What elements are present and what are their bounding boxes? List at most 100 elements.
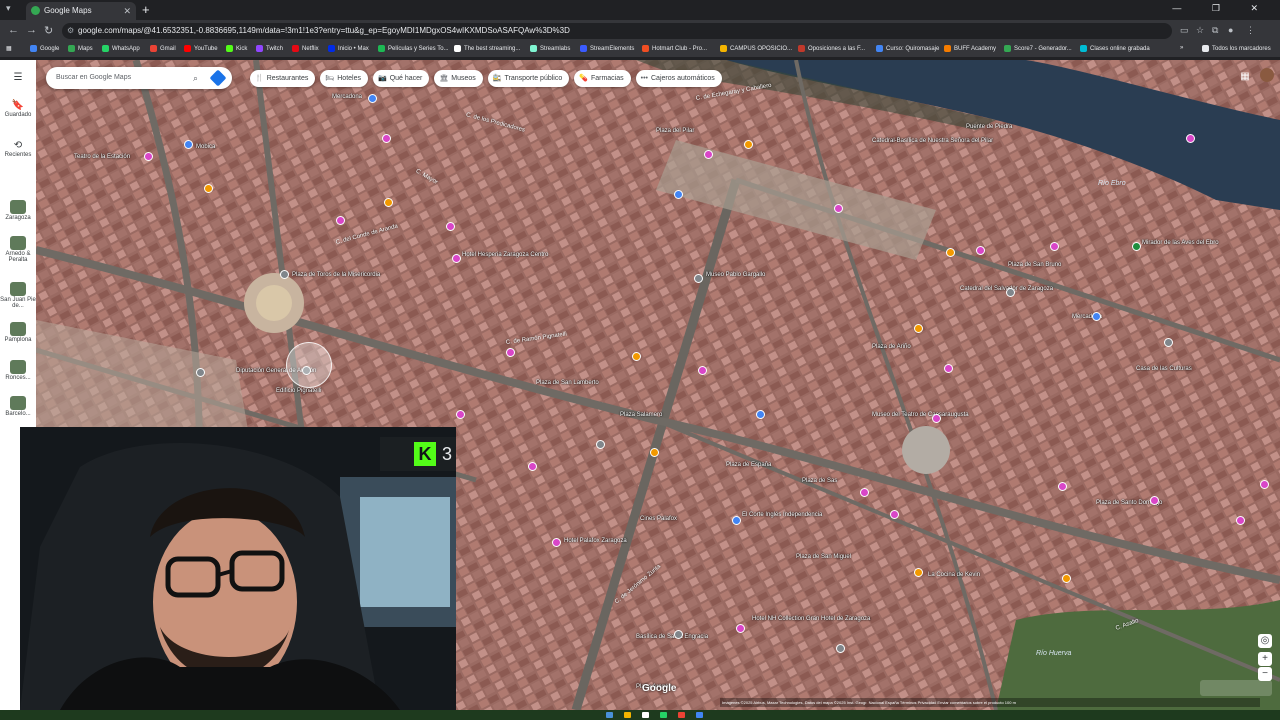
hotel-pin-icon[interactable]	[456, 410, 465, 419]
reload-icon[interactable]: ↻	[44, 24, 53, 37]
landmark-pin-icon[interactable]	[836, 644, 845, 653]
bookmark-youtube[interactable]: YouTube	[184, 45, 218, 52]
landmark-pin-icon[interactable]	[756, 410, 765, 419]
hotel-pin-icon[interactable]	[890, 510, 899, 519]
restaurant-pin-icon[interactable]	[914, 568, 923, 577]
store-pin-icon[interactable]	[732, 516, 741, 525]
bookmark-gmail[interactable]: Gmail	[150, 45, 176, 52]
hotel-pin-icon[interactable]	[144, 152, 153, 161]
place-label[interactable]: Plaza de San Lamberto	[536, 380, 599, 386]
hotel-pin-icon[interactable]	[1150, 496, 1159, 505]
landmark-pin-icon[interactable]	[694, 274, 703, 283]
chip-farmacias[interactable]: 💊 Farmacias	[574, 70, 631, 87]
place-label[interactable]: El Corte Inglés Independencia	[742, 512, 822, 518]
bookmark-streamelements[interactable]: StreamElements	[580, 45, 634, 52]
bookmarks-overflow-icon[interactable]: »	[1180, 45, 1183, 51]
place-label[interactable]: Mobica	[196, 144, 215, 150]
bookmark-buff[interactable]: BUFF Academy	[944, 45, 996, 52]
place-label[interactable]: Puente de Piedra	[966, 124, 1012, 130]
hotel-pin-icon[interactable]	[976, 246, 985, 255]
recent-place-barcelona[interactable]: Barcelo...	[0, 396, 36, 417]
bookmark-maps[interactable]: Maps	[68, 45, 93, 52]
hotel-pin-icon[interactable]	[932, 414, 941, 423]
bookmark-campus[interactable]: CAMPUS OPOSICIO...	[720, 45, 792, 52]
restaurant-pin-icon[interactable]	[384, 198, 393, 207]
place-label[interactable]: Plaza Salamero	[620, 412, 662, 418]
chip-cajeros[interactable]: ••• Cajeros automáticos	[635, 70, 722, 87]
bookmark-peliculas[interactable]: Películas y Series To...	[378, 45, 449, 52]
place-label[interactable]: Museo Pablo Gargallo	[706, 272, 765, 278]
bookmark-twitch[interactable]: Twitch	[256, 45, 283, 52]
zoom-out-button[interactable]: −	[1258, 667, 1272, 681]
app-icon[interactable]	[642, 712, 649, 718]
browser-menu-icon[interactable]: ⋮	[1246, 25, 1255, 36]
place-label[interactable]: Plaza de Sas	[802, 478, 837, 484]
supermarket-pin-icon[interactable]	[368, 94, 377, 103]
hotel-pin-icon[interactable]	[834, 204, 843, 213]
hotel-pin-icon[interactable]	[1058, 482, 1067, 491]
place-label[interactable]: Hotel NH Collection Gran Hotel de Zarago…	[752, 616, 870, 622]
chrome-taskbar-icon[interactable]	[696, 712, 703, 718]
apps-grid-icon[interactable]: ▦	[6, 45, 12, 52]
hotel-pin-icon[interactable]	[1236, 516, 1245, 525]
chip-hoteles[interactable]: 🛏 Hoteles	[320, 70, 368, 87]
place-label[interactable]: Basílica de Santa Engracia	[636, 634, 708, 640]
chip-que-hacer[interactable]: 📷 Qué hacer	[372, 70, 430, 87]
install-icon[interactable]: ▭	[1180, 25, 1189, 36]
close-tab-icon[interactable]: ✕	[123, 2, 131, 20]
restaurant-pin-icon[interactable]	[632, 352, 641, 361]
recents-button[interactable]: ⟲ Recientes	[0, 140, 36, 158]
place-label[interactable]: Hotel Hesperia Zaragoza Centro	[462, 252, 548, 258]
place-label[interactable]: Cines Palafox	[640, 516, 677, 522]
recent-place-zaragoza[interactable]: Zaragoza	[0, 200, 36, 221]
window-controls[interactable]: — ❐ ✕	[1172, 3, 1272, 14]
apps-grid-icon[interactable]: ▦	[1238, 70, 1252, 84]
place-label[interactable]: Hotel Palafox Zaragoza	[564, 538, 627, 544]
whatsapp-taskbar-icon[interactable]	[660, 712, 667, 718]
extensions-icon[interactable]: ⧉	[1212, 25, 1218, 36]
all-bookmarks-folder[interactable]: Todos los marcadores	[1202, 45, 1271, 52]
tab-search-icon[interactable]: ▾	[6, 3, 11, 14]
my-location-icon[interactable]: ◎	[1258, 634, 1272, 648]
supermarket-pin-icon[interactable]	[1092, 312, 1101, 321]
bookmark-netflix[interactable]: Netflix	[292, 45, 319, 52]
menu-button[interactable]: ☰	[0, 72, 36, 84]
new-tab-button[interactable]: +	[142, 2, 150, 18]
recent-place-sanjuan[interactable]: San Juan Pie de...	[0, 282, 36, 309]
landmark-pin-icon[interactable]	[674, 630, 683, 639]
recent-place-ronces[interactable]: Ronces...	[0, 360, 36, 381]
site-info-icon[interactable]: ⚙	[67, 23, 74, 39]
hotel-pin-icon[interactable]	[528, 462, 537, 471]
recent-place-arnedo[interactable]: Arnedo & Peralta	[0, 236, 36, 263]
forward-icon[interactable]: →	[26, 24, 37, 36]
hotel-pin-icon[interactable]	[552, 538, 561, 547]
saved-button[interactable]: 🔖 Guardado	[0, 100, 36, 118]
hotel-pin-icon[interactable]	[860, 488, 869, 497]
hotel-pin-icon[interactable]	[1050, 242, 1059, 251]
tab-google-maps[interactable]: Google Maps ✕	[26, 2, 136, 20]
place-label[interactable]: Plaza del Pilar	[656, 128, 694, 134]
place-label[interactable]: Edificio Pignatelli	[276, 388, 321, 394]
hotel-pin-icon[interactable]	[1186, 134, 1195, 143]
bookmark-quiromasaje[interactable]: Curso: Quiromasaje	[876, 45, 939, 52]
bookmark-google[interactable]: Google	[30, 45, 59, 52]
chip-transporte[interactable]: 🚉 Transporte público	[487, 70, 570, 87]
place-label[interactable]: Plaza de España	[726, 462, 771, 468]
landmark-pin-icon[interactable]	[1164, 338, 1173, 347]
restaurant-pin-icon[interactable]	[650, 448, 659, 457]
market-pin-icon[interactable]	[674, 190, 683, 199]
bookmark-oposiciones[interactable]: Oposiciones a las F...	[798, 45, 865, 52]
file-explorer-icon[interactable]	[624, 712, 631, 718]
place-label[interactable]: Casa de las Culturas	[1136, 366, 1192, 372]
restaurant-pin-icon[interactable]	[1062, 574, 1071, 583]
hotel-pin-icon[interactable]	[736, 624, 745, 633]
chip-restaurantes[interactable]: 🍴 Restaurantes	[250, 70, 316, 87]
place-label[interactable]: Catedral-Basílica de Nuestra Señora del …	[872, 138, 993, 144]
search-input[interactable]: Buscar en Google Maps ⌕	[46, 67, 232, 89]
hotel-pin-icon[interactable]	[506, 348, 515, 357]
place-label[interactable]: Mirador de las Aves del Ebro	[1142, 240, 1219, 246]
restaurant-pin-icon[interactable]	[946, 248, 955, 257]
place-label[interactable]: Museo del Teatro de Caesaraugusta	[872, 412, 969, 418]
viewpoint-pin-icon[interactable]	[1132, 242, 1141, 251]
place-label[interactable]: Teatro de la Estación	[74, 154, 130, 160]
